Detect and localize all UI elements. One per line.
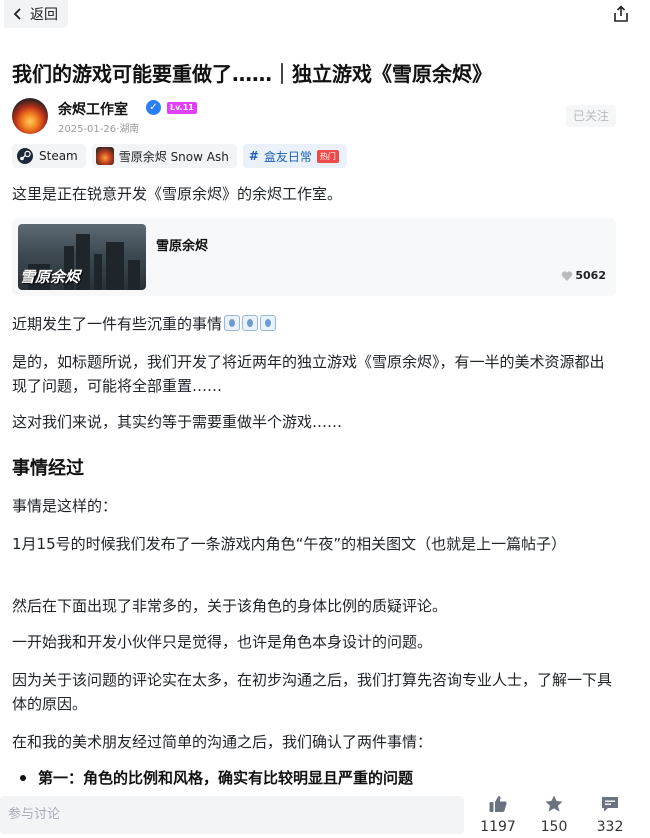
paragraph: 近期发生了一件有些沉重的事情	[12, 312, 618, 336]
tag-topic[interactable]: # 盒友日常 热门	[242, 144, 347, 168]
verified-icon: ✓	[146, 100, 161, 115]
tag-game[interactable]: 雪原余烬 Snow Ash	[91, 144, 237, 168]
game-likes: 5062	[561, 269, 606, 282]
chevron-left-icon	[13, 8, 21, 20]
bottom-action-bar: 参与讨论 1197 150 332	[0, 788, 650, 838]
post-date: 2025-01-26	[58, 124, 117, 135]
thumbs-up-icon	[489, 796, 507, 812]
intro-text: 这里是正在锐意开发《雪原余烬》的余烬工作室。	[12, 185, 343, 203]
comment-input[interactable]: 参与讨论	[0, 796, 464, 834]
paragraph: 这对我们来说，其实约等于需要重做半个游戏……	[12, 413, 343, 431]
steam-icon	[16, 147, 34, 165]
emoji-icon	[242, 315, 259, 331]
tag-label: Steam	[39, 149, 78, 163]
list-item: 第一：角色的比例和风格，确实有比较明显且严重的问题	[20, 766, 413, 790]
thumbnail-title: 雪原余烬	[20, 268, 81, 286]
hot-badge: 热门	[316, 149, 339, 163]
game-likes-count: 5062	[575, 269, 606, 282]
paragraph: 事情是这样的：	[12, 497, 118, 515]
level-badge: Lv.11	[167, 102, 197, 114]
top-bar: 返回	[0, 0, 650, 30]
emoji-icon	[260, 315, 277, 331]
game-card[interactable]: 雪原余烬 雪原余烬 5062	[12, 218, 616, 296]
comment-count: 332	[596, 819, 624, 835]
favorite-count: 150	[540, 819, 568, 835]
paragraph: 是的，如标题所说，我们开发了将近两年的独立游戏《雪原余烬》，有一半的美术资源都出…	[12, 353, 605, 395]
favorite-button[interactable]: 150	[530, 794, 578, 835]
star-icon	[545, 795, 563, 812]
share-icon[interactable]	[612, 5, 630, 23]
paragraph: 因为关于该问题的评论实在太多，在初步沟通之后，我们打算先咨询专业人士，了解一下具…	[12, 671, 613, 713]
post-title: 我们的游戏可能要重做了……｜独立游戏《雪原余烬》	[12, 62, 492, 86]
tag-label: 雪原余烬 Snow Ash	[118, 149, 229, 164]
author-meta: 2025-01-26·湖南	[58, 120, 139, 135]
like-button[interactable]: 1197	[474, 794, 522, 835]
paragraph: 一开始我和开发小伙伴只是觉得，也许是角色本身设计的问题。	[12, 633, 433, 651]
paragraph: 然后在下面出现了非常多的，关于该角色的身体比例的质疑评论。	[12, 597, 448, 615]
tag-label: 盒友日常	[263, 149, 312, 164]
paragraph: 在和我的美术朋友经过简单的沟通之后，我们确认了两件事情：	[12, 733, 433, 751]
paragraph-text: 近期发生了一件有些沉重的事情	[12, 315, 223, 333]
paragraph: 1月15号的时候我们发布了一条游戏内角色“午夜”的相关图文（也就是上一篇帖子）	[12, 535, 567, 553]
post-location: 湖南	[119, 124, 140, 135]
game-thumbnail: 雪原余烬	[18, 224, 146, 290]
game-icon	[95, 147, 114, 165]
list-item-text: 第一：角色的比例和风格，确实有比较明显且严重的问题	[38, 769, 414, 787]
author-row: 余烬工作室 ✓ Lv.11 2025-01-26·湖南 已关注	[12, 98, 624, 138]
comment-icon	[602, 797, 618, 812]
game-name: 雪原余烬	[156, 239, 209, 254]
back-label: 返回	[30, 7, 58, 23]
author-name[interactable]: 余烬工作室	[58, 99, 128, 119]
tag-steam[interactable]: Steam	[12, 144, 86, 168]
hash-icon: #	[248, 149, 259, 163]
follow-button[interactable]: 已关注	[566, 105, 616, 127]
like-count: 1197	[480, 819, 516, 835]
tag-list: Steam 雪原余烬 Snow Ash # 盒友日常 热门	[12, 144, 347, 168]
comment-button[interactable]: 332	[586, 794, 634, 835]
section-heading: 事情经过	[12, 458, 84, 479]
emoji-icon	[224, 315, 241, 331]
heart-icon	[562, 270, 573, 281]
avatar[interactable]	[12, 98, 48, 134]
back-button[interactable]: 返回	[4, 0, 68, 28]
